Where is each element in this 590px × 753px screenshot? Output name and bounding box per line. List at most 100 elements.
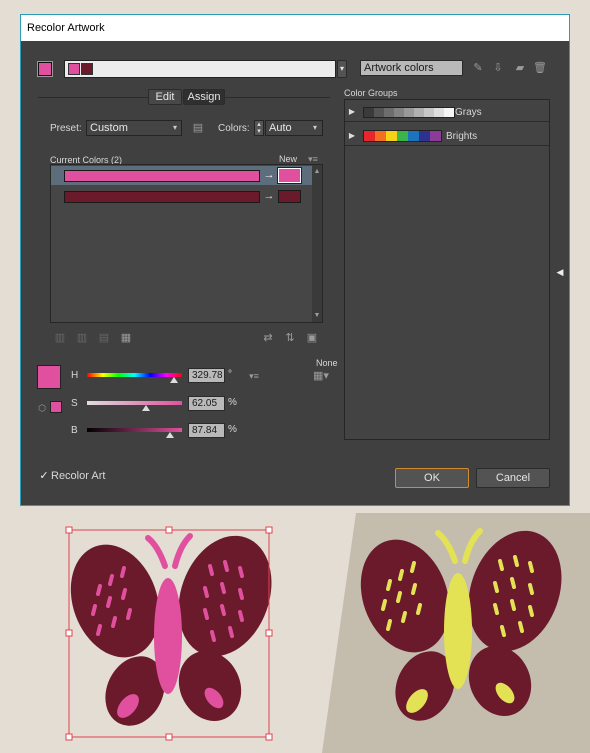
new-label: New xyxy=(279,154,298,164)
grays-swatches xyxy=(363,107,455,118)
new-row-icon[interactable]: ▦ xyxy=(119,331,133,345)
color-strip-field[interactable] xyxy=(64,60,336,78)
group-swatch[interactable] xyxy=(394,108,404,117)
strip-swatch-maroon xyxy=(81,63,93,75)
trash-icon[interactable]: 🗑 xyxy=(533,61,547,75)
group-swatch[interactable] xyxy=(408,131,419,141)
color-groups-panel: ▶ Grays ▶ Brights xyxy=(344,99,550,440)
collapse-panel-icon[interactable]: ◀ xyxy=(555,265,565,279)
eyedropper-icon[interactable]: ✎ xyxy=(471,61,485,75)
cancel-button[interactable]: Cancel xyxy=(476,468,550,488)
color-strip-dropdown[interactable]: ▾ xyxy=(337,60,347,78)
hue-unit: ° xyxy=(228,369,232,380)
none-label: None xyxy=(316,358,338,368)
active-color-swatch[interactable] xyxy=(37,61,53,77)
colors-label: Colors: xyxy=(218,123,250,134)
resize-handle xyxy=(65,629,73,637)
preset-chevron-icon: ▾ xyxy=(172,123,177,132)
group-swatch[interactable] xyxy=(374,108,384,117)
folder-icon[interactable]: ▰ xyxy=(513,61,527,75)
separate-colors-icon[interactable]: ▥ xyxy=(75,331,89,345)
antennae xyxy=(145,533,193,569)
group-swatch[interactable] xyxy=(419,131,430,141)
resize-handle xyxy=(165,733,173,741)
preset-select[interactable]: Custom xyxy=(86,120,182,136)
color-groups-label: Color Groups xyxy=(344,88,398,98)
saturation-value[interactable]: 62.05 xyxy=(188,396,225,411)
group-swatch[interactable] xyxy=(364,131,375,141)
resize-handle xyxy=(65,526,73,534)
brightness-value[interactable]: 87.84 xyxy=(188,423,225,438)
dialog-title: Recolor Artwork xyxy=(21,15,569,41)
small-color-swatch[interactable] xyxy=(50,401,62,413)
randomly-change-order-icon[interactable]: ⇄ xyxy=(261,331,275,345)
color-row[interactable]: → xyxy=(51,188,312,207)
colors-stepper-icon[interactable]: ▴ ▾ xyxy=(254,120,264,136)
randomly-change-saturation-icon[interactable]: ⇅ xyxy=(283,331,297,345)
resize-handle xyxy=(65,733,73,741)
tab-assign[interactable]: Assign xyxy=(183,89,225,105)
group-name-grays: Grays xyxy=(455,107,482,118)
artwork-colors-field[interactable]: Artwork colors xyxy=(360,60,463,76)
group-swatch[interactable] xyxy=(386,131,397,141)
new-color-swatch-maroon[interactable] xyxy=(278,190,301,203)
group-swatch[interactable] xyxy=(375,131,386,141)
resize-handle xyxy=(265,733,273,741)
body xyxy=(444,573,472,689)
brightness-unit: % xyxy=(228,424,237,435)
group-swatch[interactable] xyxy=(384,108,394,117)
group-swatch[interactable] xyxy=(397,131,408,141)
new-color-swatch-pink[interactable] xyxy=(277,167,302,184)
ok-button[interactable]: OK xyxy=(395,468,469,488)
group-row-brights[interactable]: ▶ Brights xyxy=(345,126,549,146)
brightness-slider-thumb[interactable] xyxy=(166,432,175,438)
group-swatch[interactable] xyxy=(424,108,434,117)
butterfly-original[interactable] xyxy=(56,523,288,736)
saturation-unit: % xyxy=(228,397,237,408)
saturation-slider[interactable] xyxy=(87,401,182,405)
group-swatch[interactable] xyxy=(434,108,444,117)
brights-swatches xyxy=(363,130,442,142)
artboard-area xyxy=(0,506,590,753)
group-swatch[interactable] xyxy=(444,108,454,117)
current-colors-list: → → ▲ ▼ xyxy=(50,164,323,323)
merge-colors-icon[interactable]: ▥ xyxy=(53,331,67,345)
scroll-up-icon[interactable]: ▲ xyxy=(312,165,322,179)
hue-slider-thumb[interactable] xyxy=(170,377,179,383)
exclude-colors-icon[interactable]: ▤ xyxy=(97,331,111,345)
current-color-bar-pink xyxy=(64,170,260,182)
recolor-art-checkbox[interactable]: ✓ xyxy=(38,469,50,483)
resize-handle xyxy=(265,526,273,534)
tab-edit[interactable]: Edit xyxy=(148,89,182,105)
color-reduction-options-icon[interactable]: ▤ xyxy=(191,121,205,135)
click-to-find-icon[interactable]: ▣ xyxy=(305,331,319,345)
resize-handle xyxy=(265,629,273,637)
group-swatch[interactable] xyxy=(414,108,424,117)
color-row-selected[interactable]: → xyxy=(51,166,312,185)
color-mode-menu-icon[interactable]: ▦▾ xyxy=(311,369,331,383)
body xyxy=(154,578,182,694)
save-group-icon[interactable]: ⇩ xyxy=(491,61,505,75)
hue-menu-icon[interactable]: ▾≡ xyxy=(247,369,261,383)
out-of-gamut-icon[interactable]: ⬡ xyxy=(36,401,48,415)
group-name-brights: Brights xyxy=(446,131,478,142)
expand-triangle-icon[interactable]: ▶ xyxy=(347,105,357,119)
group-swatch[interactable] xyxy=(364,108,374,117)
list-scrollbar[interactable]: ▲ ▼ xyxy=(312,165,322,322)
hue-slider[interactable] xyxy=(87,373,182,377)
group-swatch[interactable] xyxy=(430,131,441,141)
expand-triangle-icon[interactable]: ▶ xyxy=(347,129,357,143)
hue-value[interactable]: 329.78 xyxy=(188,368,225,383)
artwork-canvas xyxy=(56,513,590,753)
arrow-right-icon: → xyxy=(263,190,275,202)
group-swatch[interactable] xyxy=(404,108,414,117)
saturation-slider-thumb[interactable] xyxy=(141,405,150,411)
h-label: H xyxy=(71,370,79,381)
recolor-art-label: Recolor Art xyxy=(51,470,106,482)
resize-handle xyxy=(165,526,173,534)
arrow-right-icon: → xyxy=(263,169,275,181)
colors-chevron-icon: ▾ xyxy=(312,123,317,132)
group-row-grays[interactable]: ▶ Grays xyxy=(345,102,549,122)
s-label: S xyxy=(71,398,78,409)
scroll-down-icon[interactable]: ▼ xyxy=(312,309,322,323)
